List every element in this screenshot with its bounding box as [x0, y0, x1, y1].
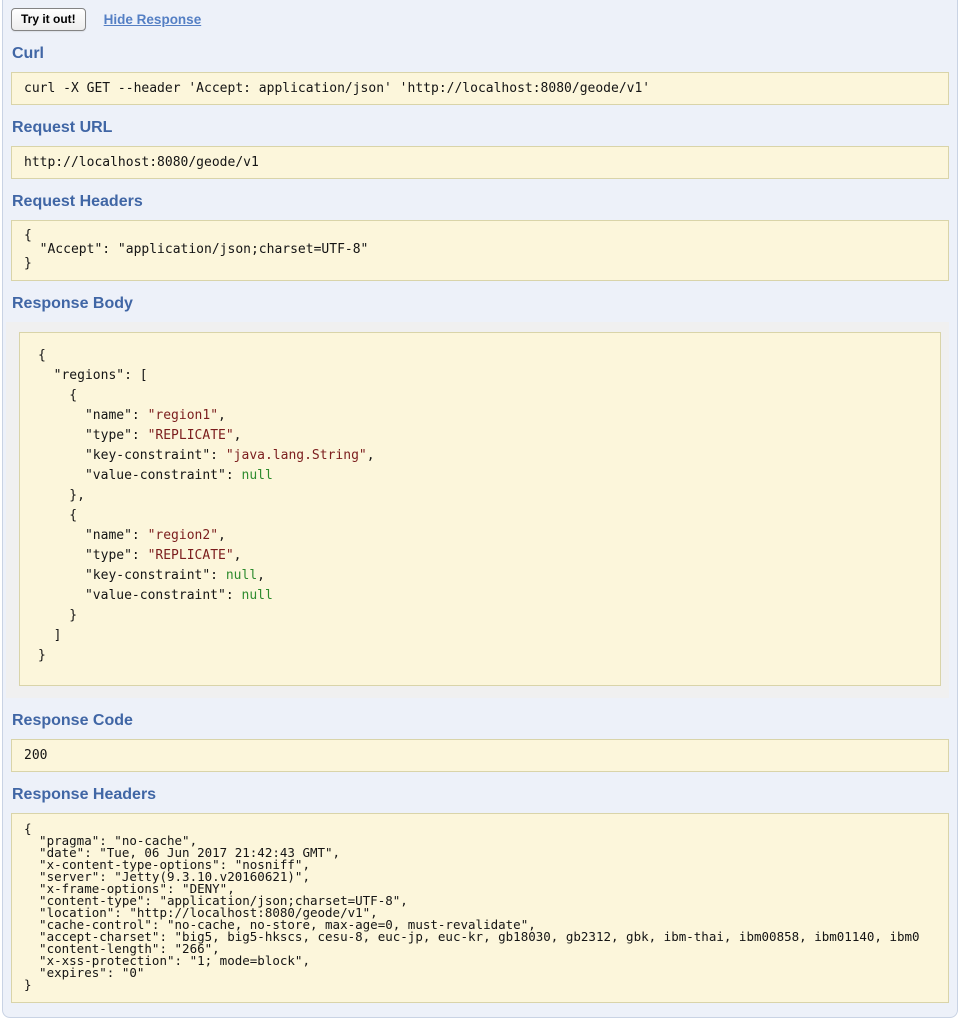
request-headers-code: { "Accept": "application/json;charset=UT…	[11, 220, 949, 281]
response-panel: Try it out! Hide Response Curl curl -X G…	[2, 0, 958, 1018]
try-it-out-button[interactable]: Try it out!	[11, 8, 86, 31]
response-code-value: 200	[11, 739, 949, 772]
hide-response-link[interactable]: Hide Response	[104, 12, 202, 27]
actions-row: Try it out! Hide Response	[11, 6, 949, 31]
request-url-heading: Request URL	[12, 119, 949, 137]
response-body-heading: Response Body	[12, 295, 949, 313]
response-body-container: { "regions": [ { "name": "region1", "typ…	[6, 322, 949, 698]
response-code-heading: Response Code	[12, 712, 949, 730]
response-headers-code: { "pragma": "no-cache", "date": "Tue, 06…	[11, 813, 949, 1003]
curl-heading: Curl	[12, 45, 949, 63]
request-url-code: http://localhost:8080/geode/v1	[11, 146, 949, 179]
response-body-code: { "regions": [ { "name": "region1", "typ…	[19, 332, 941, 686]
curl-code: curl -X GET --header 'Accept: applicatio…	[11, 72, 949, 105]
request-headers-heading: Request Headers	[12, 193, 949, 211]
response-headers-heading: Response Headers	[12, 786, 949, 804]
